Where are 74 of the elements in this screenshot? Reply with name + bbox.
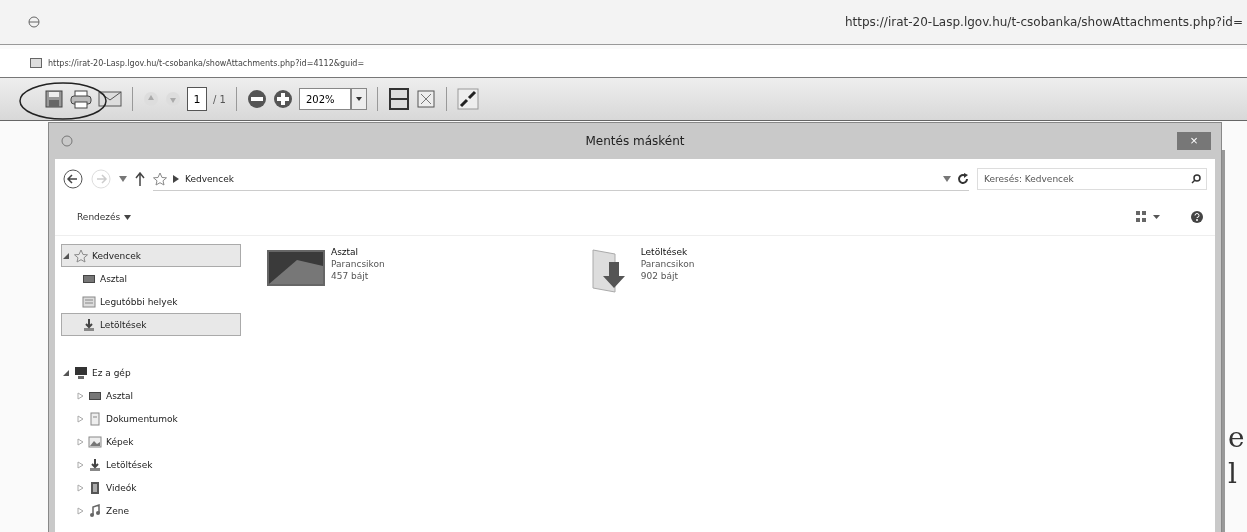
breadcrumb[interactable]: Kedvencek — [185, 173, 234, 184]
tree-label: Videók — [106, 482, 137, 493]
page-count: / 1 — [213, 93, 226, 105]
list-icon — [82, 294, 96, 309]
page-icon — [30, 58, 42, 68]
tree-item[interactable]: Legutóbbi helyek — [61, 290, 241, 313]
star-icon — [153, 171, 167, 186]
file-type: Parancsikon — [331, 258, 385, 270]
email-button[interactable] — [98, 90, 122, 108]
zoom-out-button[interactable] — [246, 89, 267, 109]
zoom-field[interactable]: 202% — [298, 88, 351, 110]
tree-label: Képek — [106, 436, 134, 447]
document-icon — [88, 411, 102, 426]
monitor-icon — [74, 365, 88, 380]
page-number-field[interactable]: 1 — [187, 87, 207, 111]
breadcrumb-arrow-icon[interactable] — [173, 174, 179, 183]
tree-label: Ez a gép — [92, 367, 131, 378]
back-button[interactable] — [63, 169, 83, 189]
tree-item[interactable]: Letöltések — [61, 453, 241, 476]
up-button[interactable] — [135, 172, 145, 186]
close-button[interactable]: × — [1177, 132, 1211, 150]
dialog-title: Mentés másként — [585, 134, 685, 148]
print-button[interactable] — [70, 89, 92, 109]
tree-label: Letöltések — [106, 459, 153, 470]
fullscreen-button[interactable] — [456, 88, 479, 110]
download-icon — [88, 457, 102, 472]
tree-item[interactable]: Zene — [61, 499, 241, 522]
tree-item[interactable]: Kedvencek — [61, 244, 241, 267]
file-size: 902 bájt — [640, 270, 679, 282]
tree-item[interactable]: Asztal — [61, 384, 241, 407]
expanded-arrow-icon[interactable] — [62, 251, 70, 260]
path-dropdown-button[interactable] — [943, 175, 951, 182]
caret-icon — [124, 214, 132, 220]
fit-width-button[interactable] — [415, 89, 436, 109]
file-type: Parancsikon — [640, 258, 695, 270]
page-text: e — [1228, 420, 1245, 456]
search-icon[interactable] — [1191, 174, 1201, 184]
page-url: https://irat-20-Lasp.lgov.hu/t-csobanka/showAttachments.php?id= — [844, 15, 1243, 29]
music-note-icon — [88, 503, 102, 518]
download-icon — [82, 317, 96, 332]
expanded-arrow-icon[interactable] — [62, 368, 70, 377]
tree-item[interactable]: Képek — [61, 430, 241, 453]
zoom-in-button[interactable] — [272, 89, 293, 109]
search-field[interactable]: Keresés: Kedvencek — [977, 168, 1207, 190]
tree-label: Letöltések — [100, 319, 147, 330]
globe-icon — [28, 16, 40, 28]
tree-item[interactable]: Asztal — [61, 267, 241, 290]
file-name: Asztal — [331, 246, 360, 258]
tree-label: Asztal — [106, 390, 134, 401]
file-name: Letöltések — [640, 246, 689, 258]
page-text: l — [1228, 456, 1238, 492]
film-icon — [88, 480, 102, 495]
app-icon — [61, 135, 73, 147]
refresh-button[interactable] — [957, 172, 969, 185]
tree-item[interactable]: Ez a gép — [61, 361, 241, 384]
tree-label: Zene — [106, 505, 129, 516]
tree-label: Kedvencek — [92, 250, 141, 261]
caret-icon — [355, 97, 362, 101]
tree-label: Dokumentumok — [106, 413, 178, 424]
star-icon — [74, 248, 88, 263]
help-icon[interactable] — [1191, 211, 1203, 223]
tree-label: Asztal — [100, 273, 128, 284]
file-size: 457 bájt — [331, 270, 370, 282]
tree-label: Legutóbbi helyek — [100, 296, 178, 307]
recent-locations-button[interactable] — [119, 176, 127, 182]
organize-menu[interactable]: Rendezés — [75, 210, 134, 224]
tree-item[interactable]: Videók — [61, 476, 241, 499]
view-options-button[interactable] — [1135, 210, 1161, 224]
address-url[interactable]: https://irat-20-Lasp.lgov.hu/t-csobanka/showAttachments.php?id=4112&guid= — [48, 58, 365, 68]
fit-page-button[interactable] — [387, 88, 410, 110]
tree-item[interactable]: Dokumentumok — [61, 407, 241, 430]
save-button[interactable] — [44, 89, 64, 109]
picture-icon — [88, 434, 102, 449]
tree-item[interactable]: Letöltések — [61, 313, 241, 336]
